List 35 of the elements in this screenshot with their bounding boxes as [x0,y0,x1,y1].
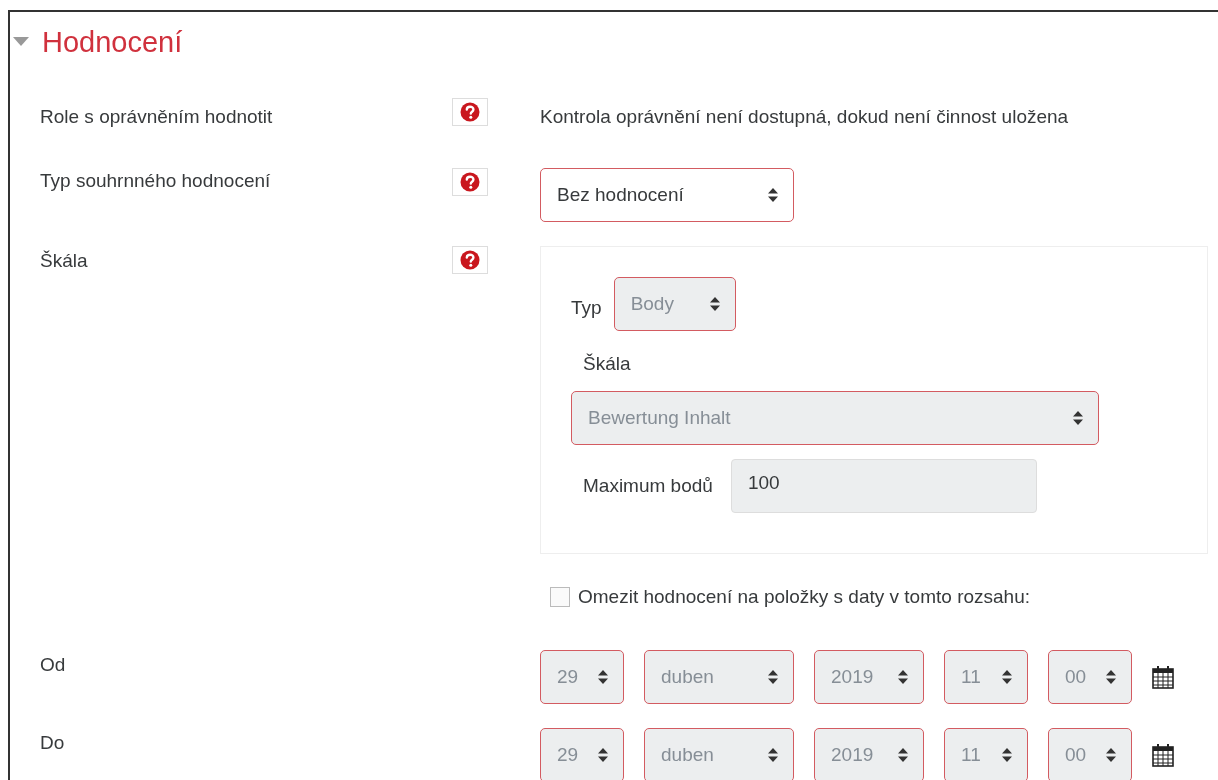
sort-icon [897,669,909,685]
sort-icon [767,187,779,203]
field-label: Do [40,731,66,754]
checkbox[interactable] [550,587,570,607]
field-label: Typ souhrnného hodnocení [40,169,272,192]
collapse-caret-icon[interactable] [12,36,32,48]
dropdown-select[interactable]: Bez hodnocení [540,168,794,222]
help-icon [460,172,480,192]
sort-icon [1001,747,1013,763]
sort-icon [1105,669,1117,685]
help-button[interactable] [452,246,488,274]
sort-icon [1001,669,1013,685]
sort-icon [597,669,609,685]
checkbox-label: Omezit hodnocení na položky s daty v tomto rozsahu: [578,586,1030,608]
sort-icon [708,296,721,312]
sort-icon [767,669,779,685]
sort-icon [1105,747,1117,763]
info-text: Kontrola oprávnění není dostupná, dokud není činnost uložena [540,105,1070,128]
help-icon [460,250,480,270]
max-points-label: Maximum bodů [582,475,713,497]
sort-icon [597,747,609,763]
sort-icon [1072,410,1084,426]
field-label: Škála [40,249,89,272]
help-button[interactable] [452,168,488,196]
help-icon [460,102,480,122]
scale-label: Škála [582,353,631,375]
field-label: Od [40,653,67,676]
type-label: Typ [571,296,602,319]
help-button[interactable] [452,98,488,126]
calendar-icon[interactable] [1152,665,1174,689]
calendar-icon[interactable] [1152,743,1174,767]
sort-icon [897,747,909,763]
section-title: Hodnocení [42,25,183,59]
field-label: Role s oprávněním hodnotit [40,105,274,128]
sort-icon [767,747,779,763]
